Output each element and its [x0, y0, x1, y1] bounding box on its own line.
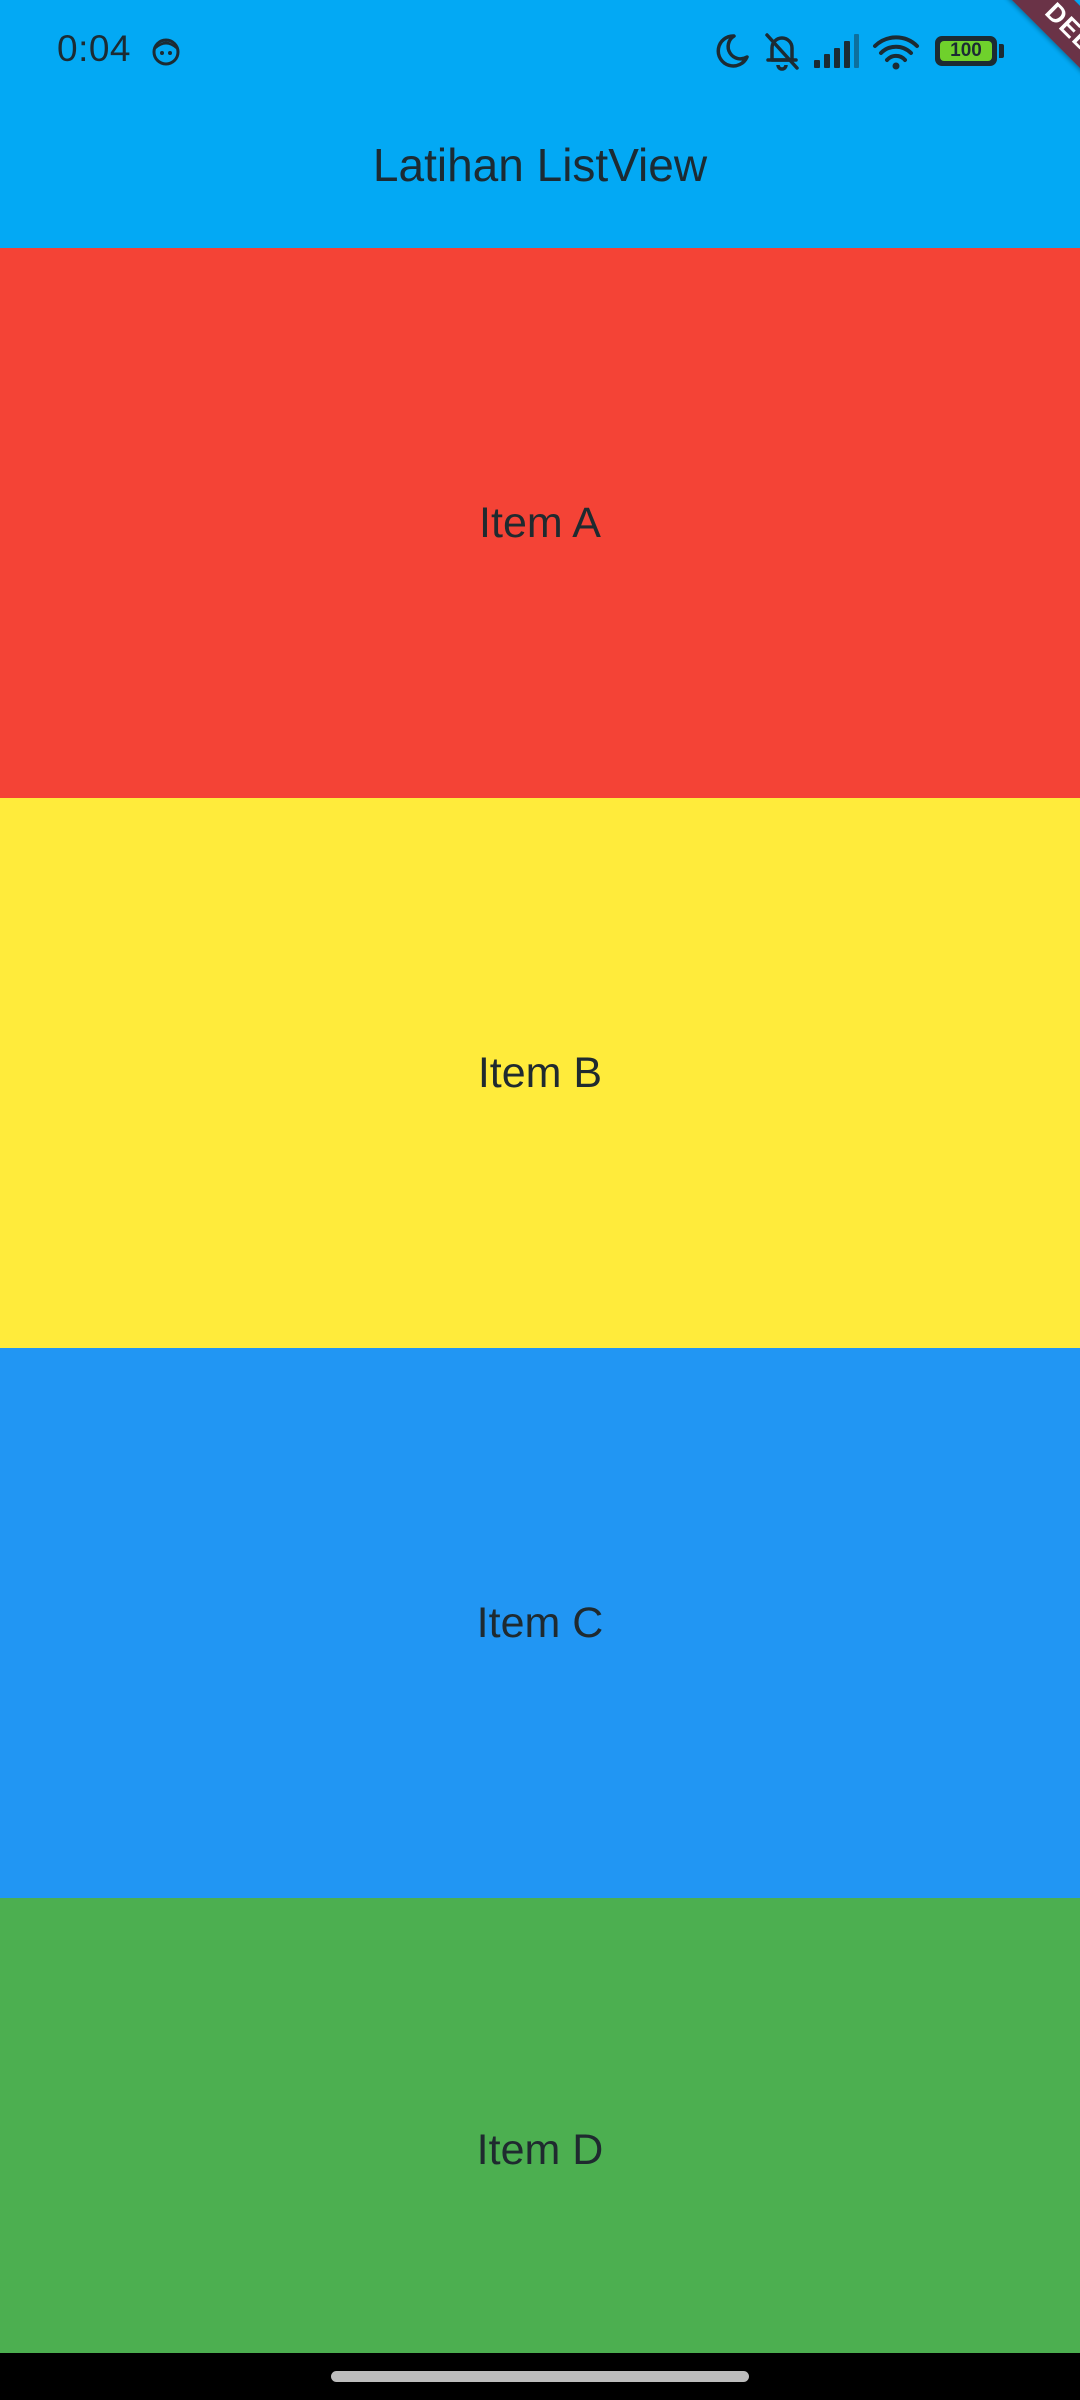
- battery-percentage: 100: [950, 40, 982, 61]
- status-bar: 0:04 100: [0, 0, 1080, 104]
- bell-muted-icon: [765, 33, 799, 71]
- list-item[interactable]: Item D: [0, 1898, 1080, 2353]
- list-item-label: Item D: [476, 2126, 604, 2174]
- battery-tip: [999, 44, 1004, 58]
- home-gesture-handle[interactable]: [331, 2371, 749, 2382]
- moon-icon: [716, 34, 749, 68]
- app-bar-title: Latihan ListView: [372, 139, 708, 191]
- signal-icon: [814, 34, 859, 68]
- wifi-icon: [873, 35, 919, 70]
- battery-icon: 100: [935, 36, 997, 66]
- face-notification-icon: [152, 38, 180, 66]
- list-item-label: Item A: [479, 498, 601, 547]
- list-item[interactable]: Item C: [0, 1348, 1080, 1898]
- list-item[interactable]: Item A: [0, 248, 1080, 798]
- list-view[interactable]: Item A Item B Item C Item D: [0, 248, 1080, 2353]
- list-item-label: Item C: [476, 1598, 604, 1647]
- list-item-label: Item B: [477, 1048, 603, 1097]
- status-time: 0:04: [57, 28, 132, 69]
- app-screen: 0:04 100 Latihan ListView Item A Item B …: [0, 0, 1080, 2400]
- list-item[interactable]: Item B: [0, 798, 1080, 1348]
- navigation-bar: [0, 2353, 1080, 2400]
- app-bar: 0:04 100 Latihan ListView: [0, 0, 1080, 248]
